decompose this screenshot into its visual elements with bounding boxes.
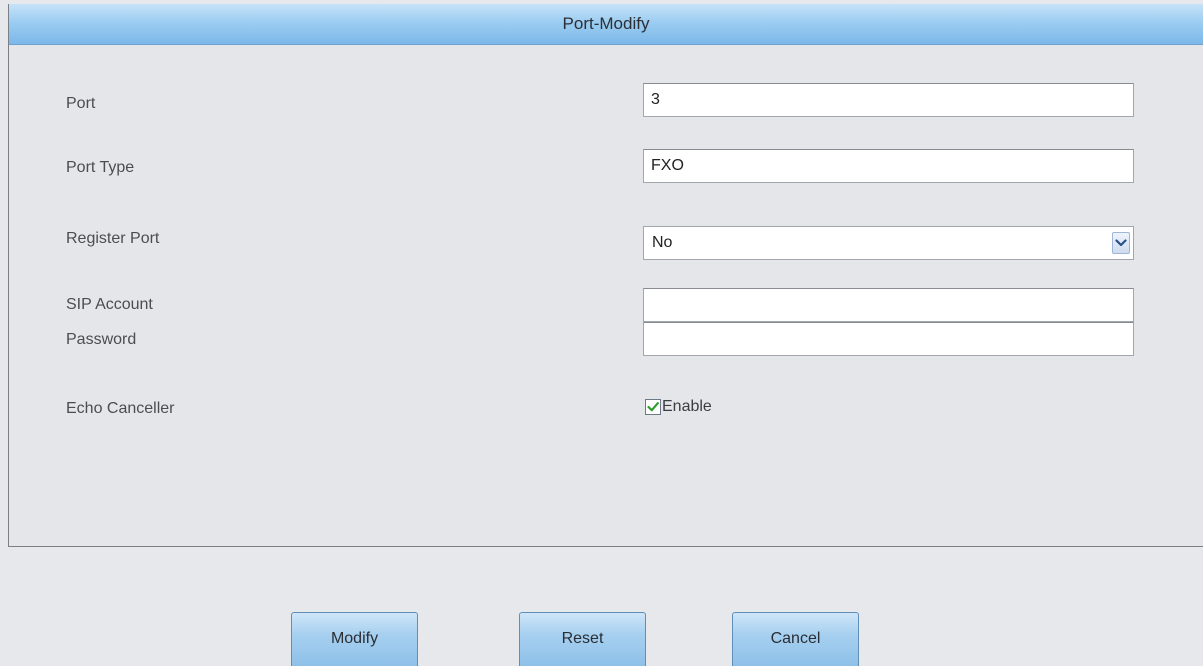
- port-input[interactable]: [643, 83, 1134, 117]
- checkmark-icon: [647, 402, 659, 412]
- modify-button[interactable]: Modify: [291, 612, 418, 666]
- register-port-select[interactable]: No: [643, 226, 1134, 260]
- password-input[interactable]: [643, 322, 1134, 356]
- panel-title: Port-Modify: [9, 4, 1203, 45]
- echo-canceller-checkbox[interactable]: [645, 399, 661, 415]
- chevron-down-icon[interactable]: [1112, 232, 1130, 254]
- echo-canceller-label: Echo Canceller: [66, 400, 175, 417]
- sip-account-label: SIP Account: [66, 296, 153, 313]
- port-type-input[interactable]: [643, 149, 1134, 183]
- register-port-label: Register Port: [66, 230, 160, 247]
- password-label: Password: [66, 331, 137, 348]
- port-modify-panel: Port-Modify Port Port Type Register Port…: [8, 4, 1203, 547]
- register-port-selected-value: No: [652, 234, 673, 251]
- echo-canceller-enable-label[interactable]: Enable: [662, 398, 712, 416]
- port-type-label: Port Type: [66, 159, 135, 176]
- reset-button[interactable]: Reset: [519, 612, 646, 666]
- sip-account-input[interactable]: [643, 288, 1134, 322]
- port-label: Port: [66, 95, 96, 112]
- cancel-button[interactable]: Cancel: [732, 612, 859, 666]
